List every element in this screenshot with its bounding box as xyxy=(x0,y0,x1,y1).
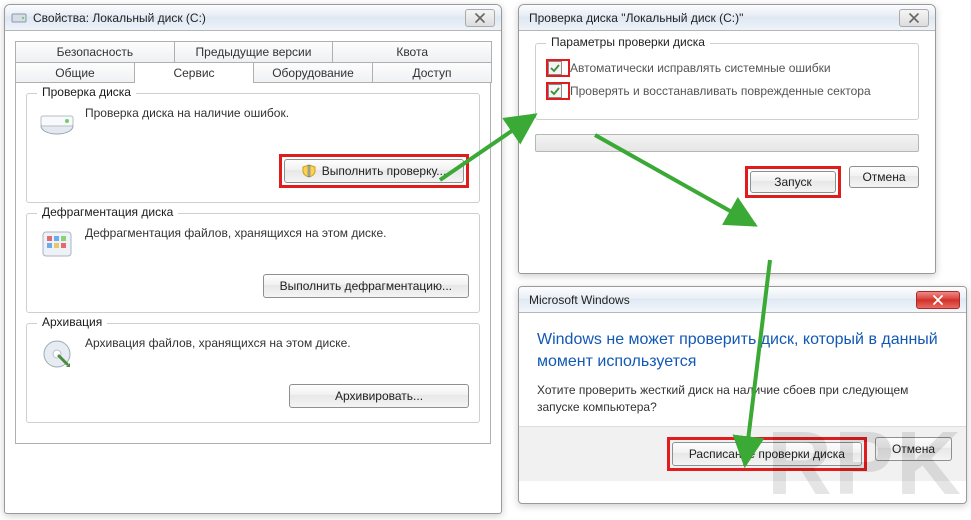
tab-security[interactable]: Безопасность xyxy=(15,41,175,62)
group-defrag: Дефрагментация диска Дефрагментация файл… xyxy=(26,213,480,313)
check-disk-icon xyxy=(37,104,77,144)
option-scan-sectors-label: Проверять и восстанавливать поврежденные… xyxy=(570,84,871,98)
properties-window: Свойства: Локальный диск (C:) Безопаснос… xyxy=(4,4,502,514)
message-title: Microsoft Windows xyxy=(529,293,916,307)
start-button-label: Запуск xyxy=(774,175,812,189)
highlight-opt1 xyxy=(546,59,570,77)
group-backup-text: Архивация файлов, хранящихся на этом дис… xyxy=(85,334,469,352)
group-check-text: Проверка диска на наличие ошибок. xyxy=(85,104,469,122)
group-backup-legend: Архивация xyxy=(37,315,107,329)
tab-quota[interactable]: Квота xyxy=(332,41,492,62)
highlight-schedule: Расписание проверки диска xyxy=(667,437,867,471)
cancel-button[interactable]: Отмена xyxy=(875,437,952,461)
cancel-button[interactable]: Отмена xyxy=(849,166,919,188)
message-headline: Windows не может проверить диск, который… xyxy=(537,329,948,372)
group-check-legend: Проверка диска xyxy=(37,85,136,99)
tab-general[interactable]: Общие xyxy=(15,62,135,83)
checkdisk-window: Проверка диска "Локальный диск (C:)" Пар… xyxy=(518,4,936,274)
close-button[interactable] xyxy=(899,9,929,27)
tab-hardware[interactable]: Оборудование xyxy=(253,62,373,83)
checkdisk-params-legend: Параметры проверки диска xyxy=(546,35,710,49)
drive-icon xyxy=(11,10,27,26)
schedule-button-label: Расписание проверки диска xyxy=(689,447,845,461)
backup-button-label: Архивировать... xyxy=(335,389,423,403)
run-check-label: Выполнить проверку... xyxy=(322,164,447,178)
tab-sharing[interactable]: Доступ xyxy=(372,62,492,83)
tab-tools[interactable]: Сервис xyxy=(134,62,254,83)
group-backup: Архивация Архивация файлов, хранящихся н… xyxy=(26,323,480,423)
tab-content: Проверка диска Проверка диска на наличие… xyxy=(15,82,491,444)
group-defrag-text: Дефрагментация файлов, хранящихся на это… xyxy=(85,224,469,242)
tab-previous-versions[interactable]: Предыдущие версии xyxy=(174,41,334,62)
checkdisk-titlebar[interactable]: Проверка диска "Локальный диск (C:)" xyxy=(519,5,935,31)
defrag-icon xyxy=(37,224,77,264)
cancel-button-label: Отмена xyxy=(892,442,935,456)
backup-icon xyxy=(37,334,77,374)
close-button[interactable] xyxy=(916,291,960,309)
option-autofix[interactable]: Автоматически исправлять системные ошибк… xyxy=(546,59,908,77)
checkbox-autofix[interactable] xyxy=(548,61,562,75)
option-scan-sectors[interactable]: Проверять и восстанавливать поврежденные… xyxy=(546,82,908,100)
run-check-button[interactable]: Выполнить проверку... xyxy=(284,159,464,183)
uac-shield-icon xyxy=(302,164,316,178)
cancel-button-label: Отмена xyxy=(862,170,905,184)
highlight-start: Запуск xyxy=(745,166,841,198)
defrag-button[interactable]: Выполнить дефрагментацию... xyxy=(263,274,469,298)
message-titlebar[interactable]: Microsoft Windows xyxy=(519,287,966,313)
properties-title: Свойства: Локальный диск (C:) xyxy=(33,11,465,25)
highlight-opt2 xyxy=(546,82,570,100)
checkdisk-title: Проверка диска "Локальный диск (C:)" xyxy=(529,11,899,25)
message-body: Хотите проверить жесткий диск на наличие… xyxy=(537,382,948,416)
highlight-run-check: Выполнить проверку... xyxy=(279,154,469,188)
properties-titlebar[interactable]: Свойства: Локальный диск (C:) xyxy=(5,5,501,31)
checkbox-scan-sectors[interactable] xyxy=(548,84,562,98)
progress-bar xyxy=(535,134,919,152)
checkdisk-params: Параметры проверки диска Автоматически и… xyxy=(535,43,919,120)
option-autofix-label: Автоматически исправлять системные ошибк… xyxy=(570,61,831,75)
properties-tabs: Безопасность Предыдущие версии Квота Общ… xyxy=(5,31,501,83)
group-defrag-legend: Дефрагментация диска xyxy=(37,205,178,219)
message-window: Microsoft Windows Windows не может прове… xyxy=(518,286,967,504)
start-button[interactable]: Запуск xyxy=(750,171,836,193)
group-check-disk: Проверка диска Проверка диска на наличие… xyxy=(26,93,480,203)
close-button[interactable] xyxy=(465,9,495,27)
defrag-button-label: Выполнить дефрагментацию... xyxy=(280,279,452,293)
schedule-button[interactable]: Расписание проверки диска xyxy=(672,442,862,466)
backup-button[interactable]: Архивировать... xyxy=(289,384,469,408)
